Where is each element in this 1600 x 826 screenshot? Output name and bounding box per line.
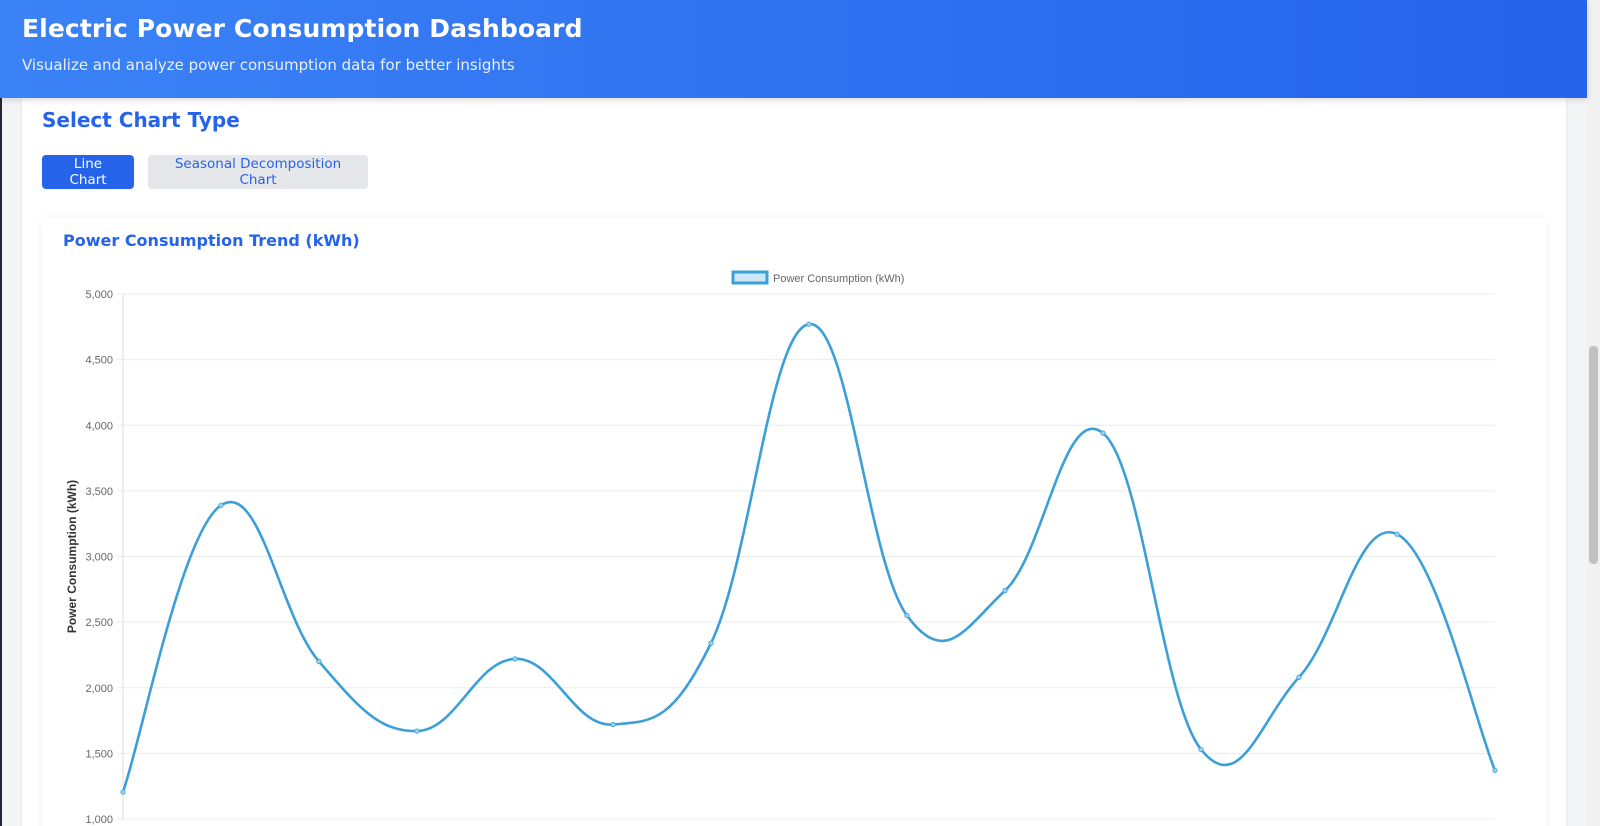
scrollbar-thumb[interactable] <box>1589 346 1598 564</box>
data-point <box>806 321 812 327</box>
data-point <box>708 640 714 646</box>
power-consumption-chart: 1,000 1,500 2,000 2,500 3,000 3,500 4,000 4,500… <box>65 270 1498 826</box>
data-point <box>904 612 910 619</box>
legend-swatch <box>731 270 769 285</box>
y-tick-label: 4,500 <box>85 355 113 367</box>
line-chart-button[interactable]: Line Chart <box>42 155 134 189</box>
section-title: Select Chart Type <box>42 108 240 132</box>
app-window: Electric Power Consumption Dashboard Vis… <box>0 0 1600 826</box>
data-point <box>1198 746 1204 753</box>
data-point <box>316 658 322 665</box>
data-point <box>1394 531 1400 537</box>
window-edge <box>0 0 2 826</box>
y-tick-label: 1,000 <box>85 814 113 826</box>
y-tick-label: 2,500 <box>85 617 113 629</box>
y-tick-label: 3,000 <box>85 552 113 564</box>
data-point <box>1492 767 1498 774</box>
data-point <box>218 502 224 508</box>
data-point <box>512 656 518 662</box>
chart-type-panel: Select Chart Type Line Chart Seasonal De… <box>22 98 1566 826</box>
data-point <box>1100 430 1106 436</box>
y-tick-label: 4,000 <box>85 420 113 432</box>
chart-card: Power Consumption Trend (kWh) 1,000 1,500… <box>42 218 1546 826</box>
series-line-power-consumption <box>121 322 1497 793</box>
y-tick-label: 2,000 <box>85 683 113 695</box>
dashboard-header: Electric Power Consumption Dashboard Vis… <box>0 0 1587 98</box>
data-point <box>1296 674 1302 680</box>
data-point <box>120 789 126 795</box>
y-tick-label: 1,500 <box>85 748 113 760</box>
seasonal-decomposition-button[interactable]: Seasonal Decomposition Chart <box>148 155 368 189</box>
page-subtitle: Visualize and analyze power consumption … <box>22 56 515 74</box>
data-point <box>414 728 420 734</box>
vertical-scrollbar[interactable] <box>1587 0 1600 826</box>
data-point <box>1002 588 1008 594</box>
y-axis-title: Power Consumption (kWh) <box>65 480 79 633</box>
y-tick-label: 3,500 <box>85 486 113 498</box>
page-title: Electric Power Consumption Dashboard <box>22 14 583 43</box>
data-point <box>610 721 616 728</box>
y-tick-label: 5,000 <box>85 289 113 301</box>
legend-label: Power Consumption (kWh) <box>773 273 904 285</box>
